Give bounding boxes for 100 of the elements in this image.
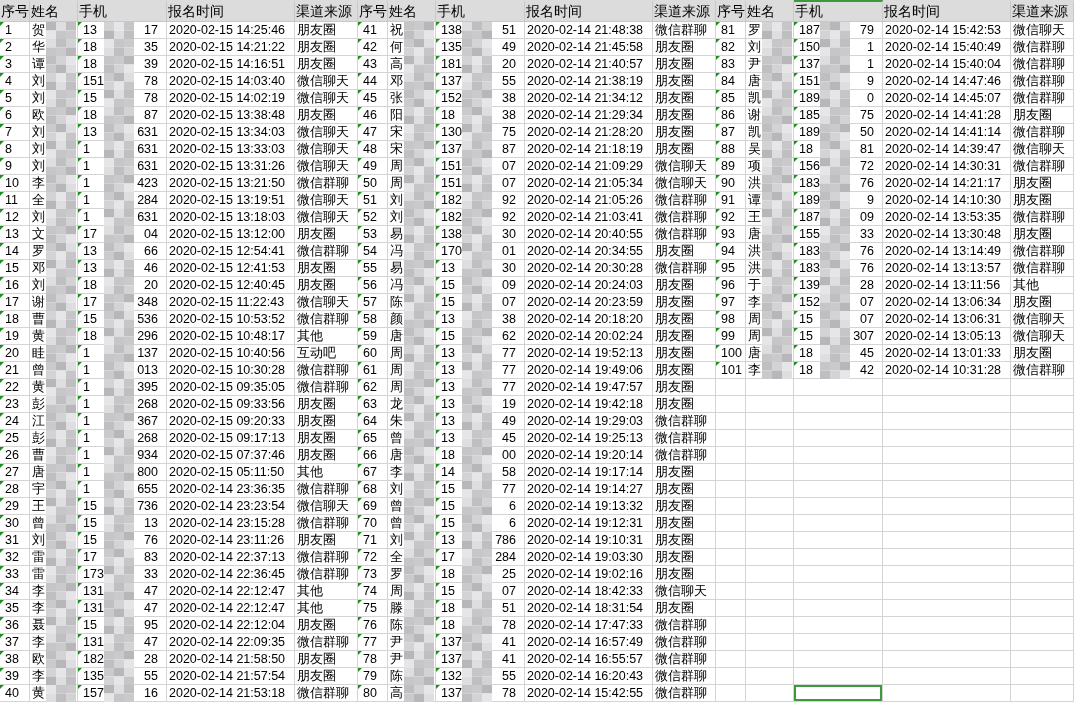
empty-cell[interactable]	[883, 566, 1011, 583]
empty-cell[interactable]	[746, 617, 794, 634]
column-header[interactable]: 姓名	[388, 0, 436, 22]
column-header[interactable]: 姓名	[746, 0, 794, 22]
column-header[interactable]: 报名时间	[525, 0, 653, 22]
empty-cell[interactable]	[794, 651, 883, 668]
empty-cell[interactable]	[716, 447, 746, 464]
empty-cell[interactable]	[794, 617, 883, 634]
empty-cell[interactable]	[883, 379, 1011, 396]
empty-cell[interactable]	[716, 634, 746, 651]
empty-cell[interactable]	[883, 685, 1011, 702]
empty-cell[interactable]	[1011, 430, 1074, 447]
column-header[interactable]: 渠道来源	[653, 0, 716, 22]
empty-cell[interactable]	[746, 634, 794, 651]
empty-cell[interactable]	[1011, 549, 1074, 566]
empty-cell[interactable]	[746, 668, 794, 685]
empty-cell[interactable]	[883, 447, 1011, 464]
empty-cell[interactable]	[716, 396, 746, 413]
empty-cell[interactable]	[746, 464, 794, 481]
empty-cell[interactable]	[1011, 634, 1074, 651]
empty-cell[interactable]	[1011, 515, 1074, 532]
empty-cell[interactable]	[883, 498, 1011, 515]
empty-cell[interactable]	[716, 566, 746, 583]
empty-cell[interactable]	[716, 685, 746, 702]
empty-cell[interactable]	[883, 464, 1011, 481]
empty-cell[interactable]	[746, 566, 794, 583]
empty-cell[interactable]	[794, 685, 883, 702]
empty-cell[interactable]	[746, 583, 794, 600]
empty-cell[interactable]	[794, 566, 883, 583]
empty-cell[interactable]	[1011, 668, 1074, 685]
empty-cell[interactable]	[746, 651, 794, 668]
empty-cell[interactable]	[716, 464, 746, 481]
empty-cell[interactable]	[716, 532, 746, 549]
empty-cell[interactable]	[716, 498, 746, 515]
empty-cell[interactable]	[746, 515, 794, 532]
empty-cell[interactable]	[883, 617, 1011, 634]
empty-cell[interactable]	[794, 634, 883, 651]
column-header[interactable]: 渠道来源	[295, 0, 358, 22]
empty-cell[interactable]	[746, 430, 794, 447]
empty-cell[interactable]	[883, 668, 1011, 685]
column-header[interactable]: 报名时间	[167, 0, 295, 22]
empty-cell[interactable]	[746, 481, 794, 498]
empty-cell[interactable]	[794, 396, 883, 413]
empty-cell[interactable]	[794, 668, 883, 685]
empty-cell[interactable]	[716, 651, 746, 668]
empty-cell[interactable]	[716, 668, 746, 685]
empty-cell[interactable]	[746, 396, 794, 413]
empty-cell[interactable]	[883, 396, 1011, 413]
empty-cell[interactable]	[716, 481, 746, 498]
column-header[interactable]: 序号	[716, 0, 746, 22]
empty-cell[interactable]	[716, 583, 746, 600]
empty-cell[interactable]	[716, 600, 746, 617]
empty-cell[interactable]	[1011, 600, 1074, 617]
empty-cell[interactable]	[794, 464, 883, 481]
empty-cell[interactable]	[794, 583, 883, 600]
column-header[interactable]: 手机	[78, 0, 167, 22]
empty-cell[interactable]	[716, 617, 746, 634]
empty-cell[interactable]	[1011, 583, 1074, 600]
empty-cell[interactable]	[1011, 447, 1074, 464]
empty-cell[interactable]	[883, 549, 1011, 566]
column-header[interactable]: 渠道来源	[1011, 0, 1074, 22]
column-header[interactable]: 序号	[358, 0, 388, 22]
empty-cell[interactable]	[716, 413, 746, 430]
empty-cell[interactable]	[794, 447, 883, 464]
empty-cell[interactable]	[883, 600, 1011, 617]
empty-cell[interactable]	[1011, 413, 1074, 430]
empty-cell[interactable]	[794, 413, 883, 430]
empty-cell[interactable]	[1011, 396, 1074, 413]
empty-cell[interactable]	[794, 498, 883, 515]
empty-cell[interactable]	[883, 651, 1011, 668]
empty-cell[interactable]	[883, 430, 1011, 447]
empty-cell[interactable]	[1011, 566, 1074, 583]
empty-cell[interactable]	[883, 481, 1011, 498]
empty-cell[interactable]	[883, 515, 1011, 532]
column-header[interactable]: 手机	[436, 0, 525, 22]
empty-cell[interactable]	[794, 430, 883, 447]
empty-cell[interactable]	[794, 532, 883, 549]
empty-cell[interactable]	[746, 532, 794, 549]
empty-cell[interactable]	[883, 634, 1011, 651]
empty-cell[interactable]	[883, 413, 1011, 430]
column-header[interactable]: 姓名	[30, 0, 78, 22]
empty-cell[interactable]	[746, 549, 794, 566]
empty-cell[interactable]	[716, 379, 746, 396]
column-header[interactable]: 报名时间	[883, 0, 1011, 22]
empty-cell[interactable]	[794, 515, 883, 532]
empty-cell[interactable]	[746, 600, 794, 617]
empty-cell[interactable]	[746, 413, 794, 430]
empty-cell[interactable]	[1011, 685, 1074, 702]
column-header[interactable]: 手机	[794, 0, 883, 22]
empty-cell[interactable]	[716, 430, 746, 447]
empty-cell[interactable]	[1011, 464, 1074, 481]
column-header[interactable]: 序号	[0, 0, 30, 22]
empty-cell[interactable]	[883, 532, 1011, 549]
empty-cell[interactable]	[746, 447, 794, 464]
empty-cell[interactable]	[1011, 481, 1074, 498]
empty-cell[interactable]	[794, 549, 883, 566]
empty-cell[interactable]	[1011, 651, 1074, 668]
empty-cell[interactable]	[1011, 379, 1074, 396]
empty-cell[interactable]	[883, 583, 1011, 600]
empty-cell[interactable]	[716, 549, 746, 566]
